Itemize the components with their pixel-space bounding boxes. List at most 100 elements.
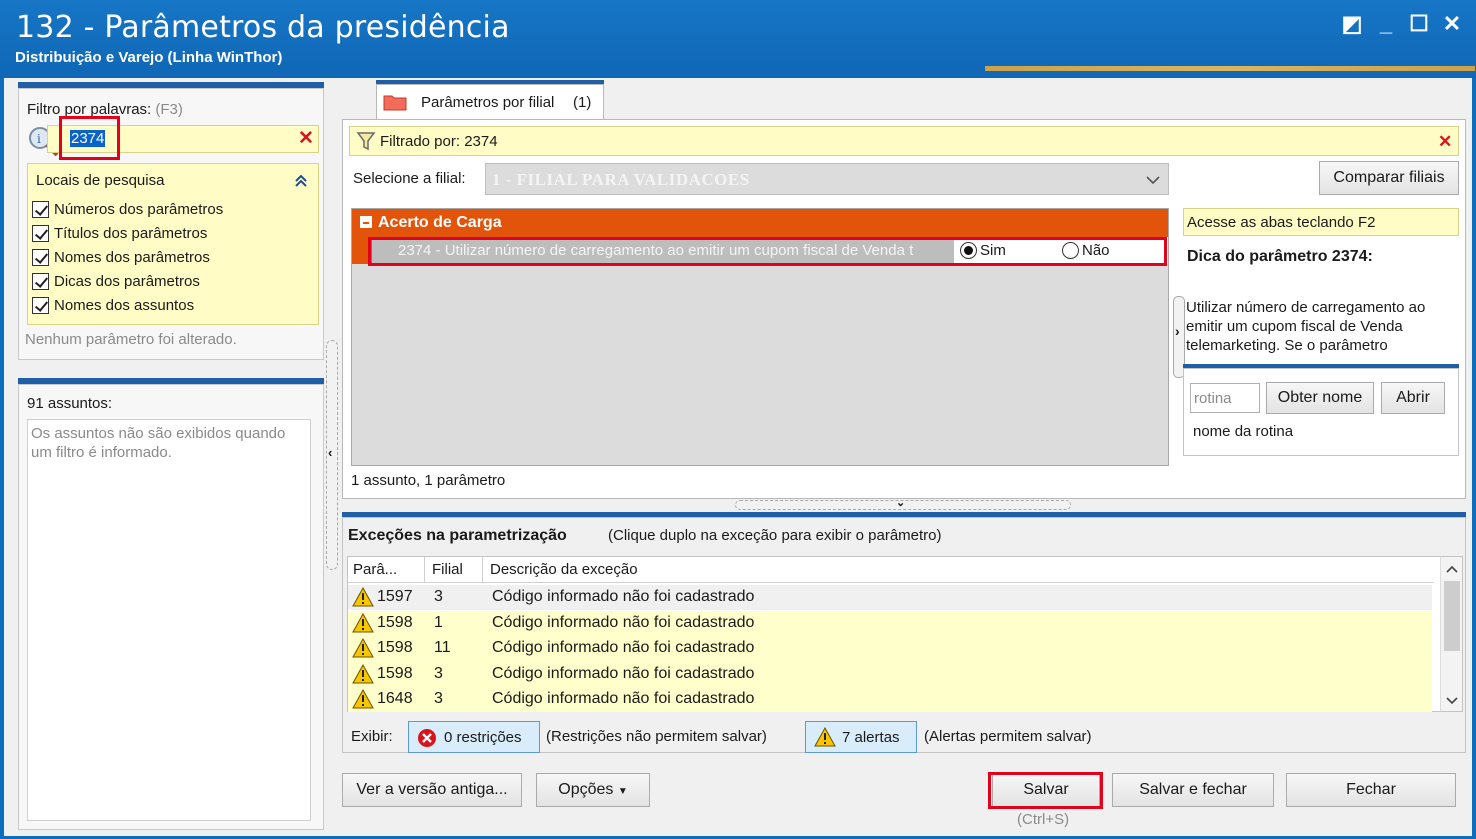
chevron-down-icon[interactable] (1146, 174, 1160, 186)
exceptions-panel: Exceções na parametrização (Clique duplo… (342, 517, 1466, 753)
window-subtitle: Distribuição e Varejo (Linha WinThor) (15, 49, 283, 66)
search-place-option[interactable]: Nomes dos parâmetros (32, 248, 302, 270)
checkbox[interactable] (32, 273, 49, 290)
search-places-box: Locais de pesquisa Números dos parâmetro… (27, 163, 319, 325)
exception-description: Código informado não foi cadastrado (492, 690, 755, 707)
warning-icon (352, 612, 374, 632)
exception-branch: 3 (434, 690, 443, 707)
alerts-note: (Alertas permitem salvar) (924, 728, 1092, 745)
scroll-up-icon[interactable] (1446, 565, 1458, 573)
subjects-note: Os assuntos não são exibidos quando um f… (31, 425, 286, 461)
chevron-left-icon[interactable]: ‹ (328, 445, 332, 460)
horizontal-splitter[interactable]: ⌄ (735, 497, 1071, 510)
exception-param: 1598 (377, 613, 413, 631)
scroll-thumb[interactable] (1444, 581, 1460, 651)
exceptions-grid[interactable]: Parâ... Filial Descrição da exceção 1597… (347, 556, 1463, 712)
minimize-button[interactable]: _ (1372, 10, 1400, 38)
routine-input[interactable]: rotina (1190, 383, 1260, 413)
old-version-button[interactable]: Ver a versão antiga... (342, 773, 522, 807)
exception-param: 1597 (377, 588, 413, 605)
restrictions-toggle[interactable]: 0 restrições (408, 721, 540, 753)
routine-input-placeholder: rotina (1194, 390, 1232, 407)
exceptions-title: Exceções na parametrização (348, 527, 567, 544)
vertical-splitter[interactable]: ‹ (326, 340, 338, 570)
window: 132 - Parâmetros da presidência Distribu… (0, 0, 1476, 839)
collapse-icon[interactable] (294, 174, 308, 188)
close-button[interactable]: Fechar (1286, 773, 1456, 807)
col-param[interactable]: Parâ... (353, 561, 397, 578)
scroll-down-icon[interactable] (1446, 697, 1458, 705)
chevron-right-icon[interactable]: › (1175, 323, 1180, 339)
grid-scrollbar[interactable] (1440, 557, 1462, 711)
maximize-button[interactable]: ☐ (1405, 10, 1433, 38)
collapse-group-icon[interactable] (360, 216, 372, 228)
search-place-option[interactable]: Dicas dos parâmetros (32, 272, 302, 294)
client-area: Filtro por palavras: (F3) i 2374 ✕ Locai… (4, 78, 1472, 836)
open-routine-button[interactable]: Abrir (1381, 382, 1445, 414)
search-place-label: Nomes dos parâmetros (54, 249, 210, 266)
col-description[interactable]: Descrição da exceção (490, 561, 638, 578)
checkbox[interactable] (32, 249, 49, 266)
title-bar: 132 - Parâmetros da presidência Distribu… (0, 0, 1476, 78)
save-and-close-button[interactable]: Salvar e fechar (1112, 773, 1274, 807)
branch-label: Selecione a filial: (353, 170, 466, 187)
options-button[interactable]: Opções ▼ (536, 773, 650, 807)
params-summary: 1 assunto, 1 parâmetro (351, 472, 506, 489)
subjects-list[interactable]: Os assuntos não são exibidos quando um f… (27, 419, 311, 821)
exception-row[interactable]: 1597 3 Código informado não foi cadastrado (348, 585, 1432, 610)
exception-branch: 1 (434, 613, 443, 631)
group-header[interactable]: Acerto de Carga (352, 209, 1168, 237)
search-place-option[interactable]: Números dos parâmetros (32, 200, 302, 222)
warning-icon (352, 689, 374, 709)
error-icon (418, 729, 436, 747)
exception-row[interactable]: 1598 3 Código informado não foi cadastrado (348, 661, 1432, 687)
get-name-button[interactable]: Obter nome (1266, 382, 1374, 414)
filter-bar: Filtrado por: 2374 ✕ (349, 126, 1459, 156)
clear-filter-bar-icon[interactable]: ✕ (1438, 132, 1452, 152)
branch-select-value: 1 - FILIAL PARA VALIDACOES (492, 170, 750, 189)
close-window-button[interactable]: ✕ (1438, 10, 1466, 38)
no-change-status: Nenhum parâmetro foi alterado. (25, 331, 237, 348)
search-places-title: Locais de pesquisa (36, 172, 165, 189)
checkbox[interactable] (32, 225, 49, 242)
folder-icon (383, 95, 407, 111)
exception-branch: 11 (434, 639, 451, 656)
search-place-label: Títulos dos parâmetros (54, 225, 208, 242)
tab-label: Parâmetros por filial (421, 94, 555, 111)
title-accent-line (985, 66, 1475, 71)
window-title: 132 - Parâmetros da presidência (16, 10, 510, 45)
alerts-toggle[interactable]: 7 alertas (805, 721, 917, 753)
routine-name: nome da rotina (1193, 423, 1294, 440)
warning-icon (352, 663, 374, 683)
search-place-option[interactable]: Nomes dos assuntos (32, 296, 302, 318)
exception-row[interactable]: 1648 3 Código informado não foi cadastrado (348, 687, 1432, 712)
dropdown-arrow-icon: ▼ (617, 786, 628, 797)
warning-icon (352, 587, 374, 607)
exception-description: Código informado não foi cadastrado (492, 664, 755, 682)
checkbox[interactable] (32, 201, 49, 218)
tab-parameters-by-branch[interactable]: Parâmetros por filial (1) (376, 84, 604, 120)
compare-branches-button[interactable]: Comparar filiais (1319, 161, 1459, 195)
annotation-highlight-parameter (368, 237, 1167, 266)
save-shortcut: (Ctrl+S) (1017, 811, 1070, 828)
exception-param: 1598 (377, 664, 413, 682)
col-branch[interactable]: Filial (432, 561, 463, 578)
restore-layout-icon[interactable]: ◩ (1338, 10, 1366, 38)
exception-row[interactable]: 1598 11 Código informado não foi cadastrad… (348, 636, 1432, 661)
chevron-down-small-icon[interactable]: ⌄ (896, 496, 905, 509)
checkbox[interactable] (32, 297, 49, 314)
search-place-label: Dicas dos parâmetros (54, 273, 200, 290)
exception-param: 1648 (377, 690, 413, 707)
alerts-label: 7 alertas (842, 729, 900, 746)
subjects-count: 91 assuntos: (27, 395, 113, 412)
options-label: Opções (558, 781, 614, 798)
annotation-highlight-save (988, 772, 1103, 809)
clear-filter-icon[interactable]: ✕ (298, 127, 314, 150)
funnel-icon (356, 132, 376, 151)
search-place-label: Números dos parâmetros (54, 201, 224, 218)
exception-description: Código informado não foi cadastrado (492, 639, 755, 656)
branch-select[interactable]: 1 - FILIAL PARA VALIDACOES (485, 163, 1169, 195)
svg-text:i: i (37, 132, 41, 146)
search-place-option[interactable]: Títulos dos parâmetros (32, 224, 302, 246)
exception-row[interactable]: 1598 1 Código informado não foi cadastrado (348, 610, 1432, 636)
